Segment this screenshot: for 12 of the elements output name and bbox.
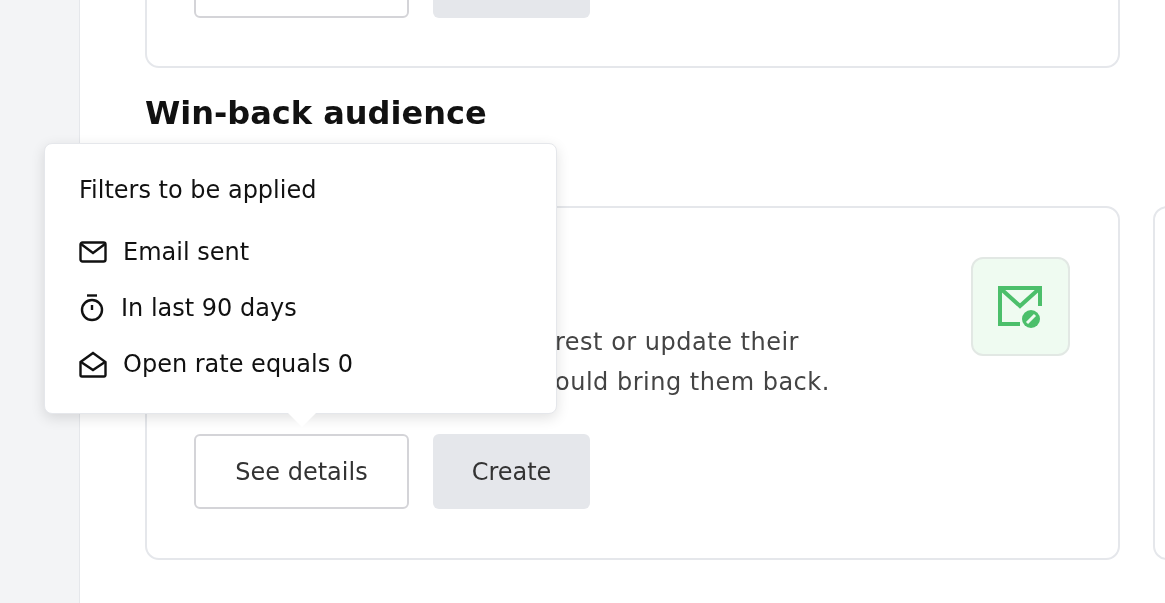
see-details-button[interactable]: See details xyxy=(194,434,409,509)
filter-label: Email sent xyxy=(123,237,250,268)
create-button[interactable]: Create xyxy=(433,434,590,509)
filter-label: In last 90 days xyxy=(121,293,297,324)
description-text: ould bring them back. xyxy=(555,367,830,398)
tooltip-title: Filters to be applied xyxy=(79,175,318,206)
description-text: rest or update their xyxy=(555,327,800,358)
mail-icon xyxy=(79,241,107,263)
stopwatch-icon xyxy=(79,294,105,322)
filter-label: Open rate equals 0 xyxy=(123,349,354,380)
section-heading: Win-back audience xyxy=(145,93,488,133)
open-mail-icon xyxy=(79,350,107,378)
